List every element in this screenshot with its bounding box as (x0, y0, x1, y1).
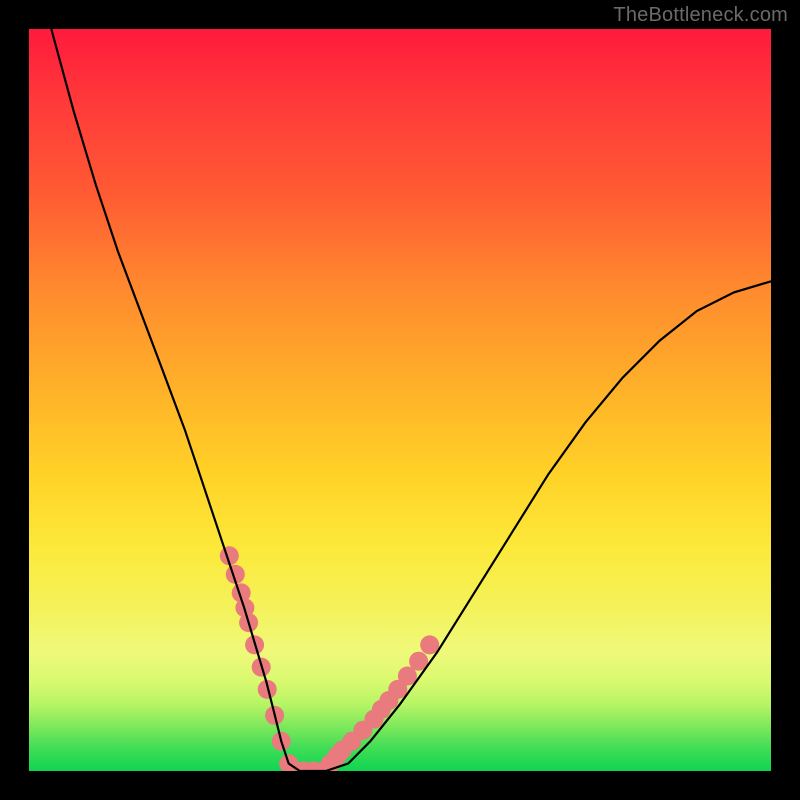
chart-container: TheBottleneck.com (0, 0, 800, 800)
curve-layer (29, 29, 771, 771)
attribution-watermark: TheBottleneck.com (613, 4, 788, 27)
plot-area (29, 29, 771, 771)
